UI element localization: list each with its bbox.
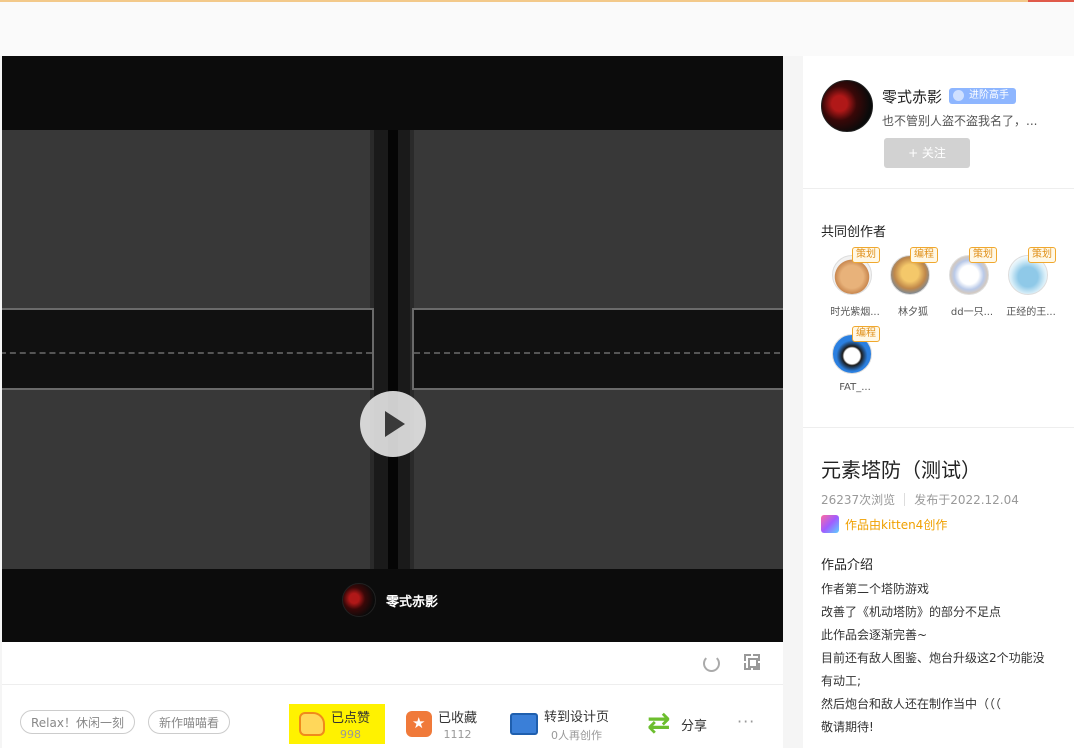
fullscreen-icon[interactable] bbox=[744, 654, 760, 670]
horizontal-road-right bbox=[412, 308, 783, 390]
game-player[interactable]: 零式赤影 bbox=[2, 56, 783, 642]
play-icon bbox=[385, 411, 405, 437]
coauthor-role: 编程 bbox=[910, 247, 938, 263]
tag-new-works[interactable]: 新作喵喵看 bbox=[148, 710, 231, 734]
like-count: 998 bbox=[340, 728, 361, 741]
coauthor-name: 正经的王... bbox=[1006, 307, 1056, 318]
share-button[interactable]: 分享 bbox=[647, 703, 707, 745]
design-label: 转到设计页 bbox=[544, 709, 610, 725]
like-label: 已点赞 bbox=[331, 711, 371, 726]
sidebar: 零式赤影 进阶高手 也不管别人盗不盗我名了，... + 关注 共同创作者 策划 … bbox=[803, 56, 1074, 748]
play-button[interactable] bbox=[360, 391, 426, 457]
coauthors-section: 共同创作者 策划 时光紫烟... 编程 林夕狐 策划 dd一只... 策划 正经… bbox=[803, 189, 1074, 428]
player-controls bbox=[2, 642, 783, 685]
description-line: 目前还有敌人图鉴、炮台升级这2个功能没 bbox=[821, 651, 1045, 665]
description-title: 作品介绍 bbox=[821, 558, 874, 573]
coauthor-item[interactable]: 编程 FAT_... bbox=[823, 326, 885, 396]
lane-dash bbox=[414, 352, 783, 354]
meta-divider bbox=[904, 493, 906, 506]
top-band bbox=[0, 2, 1074, 56]
road-core bbox=[388, 130, 398, 569]
follow-button[interactable]: + 关注 bbox=[884, 138, 970, 168]
coauthor-name: 林夕狐 bbox=[898, 307, 928, 318]
coauthor-role: 策划 bbox=[969, 247, 997, 263]
tag-relax[interactable]: Relax！休闲一刻 bbox=[20, 710, 135, 734]
description-line: 作者第二个塔防游戏 bbox=[821, 582, 930, 596]
lane-dash bbox=[2, 352, 372, 354]
author-bio: 也不管别人盗不盗我名了，... bbox=[882, 114, 1038, 128]
description-line: 敬请期待! bbox=[821, 720, 874, 734]
design-monitor-icon bbox=[510, 713, 538, 735]
author-avatar bbox=[342, 583, 376, 617]
share-label: 分享 bbox=[681, 718, 708, 734]
made-with-label: 作品由kitten4创作 bbox=[845, 517, 948, 532]
description-line: 然后炮台和敌人还在制作当中（（（ bbox=[821, 697, 1002, 711]
player-author-name: 零式赤影 bbox=[386, 594, 439, 610]
remix-count: 0人再创作 bbox=[551, 728, 602, 742]
collect-label: 已收藏 bbox=[438, 711, 478, 726]
coauthor-item[interactable]: 策划 dd一只... bbox=[940, 247, 1002, 318]
coauthor-item[interactable]: 编程 林夕狐 bbox=[881, 247, 943, 318]
action-bar: Relax！休闲一刻 新作喵喵看 已点赞 998 已收藏 1112 转到设计页 … bbox=[2, 685, 783, 748]
view-count: 26237次浏览 bbox=[821, 493, 896, 507]
work-info: 元素塔防（测试） 26237次浏览 发布于2022.12.04 作品由kitte… bbox=[803, 428, 1074, 748]
thumbs-up-icon bbox=[299, 712, 325, 736]
level-badge: 进阶高手 bbox=[949, 88, 1016, 104]
share-icon bbox=[647, 706, 675, 739]
more-options-icon[interactable]: ··· bbox=[737, 712, 755, 731]
author-name[interactable]: 零式赤影 bbox=[882, 86, 942, 107]
like-button[interactable]: 已点赞 998 bbox=[299, 703, 370, 745]
coauthor-role: 策划 bbox=[852, 247, 880, 263]
kitten-app-icon bbox=[821, 515, 839, 533]
publish-date: 发布于2022.12.04 bbox=[914, 493, 1019, 507]
design-page-button[interactable]: 转到设计页 0人再创作 bbox=[510, 703, 609, 745]
coauthor-role: 策划 bbox=[1028, 247, 1056, 263]
description-line: 有动工; bbox=[821, 674, 862, 688]
coauthor-item[interactable]: 策划 正经的王... bbox=[999, 247, 1061, 318]
coauthor-name: 时光紫烟... bbox=[830, 307, 880, 318]
refresh-icon[interactable] bbox=[703, 655, 720, 672]
description-line: 此作品会逐渐完善~ bbox=[821, 628, 928, 642]
description: 作者第二个塔防游戏 改善了《机动塔防》的部分不足点 此作品会逐渐完善~ 目前还有… bbox=[821, 578, 1061, 739]
player-author[interactable]: 零式赤影 bbox=[342, 583, 439, 617]
coauthor-name: FAT_... bbox=[839, 382, 871, 393]
collect-star-icon bbox=[406, 711, 432, 737]
coauthors-title: 共同创作者 bbox=[821, 225, 887, 240]
coauthor-role: 编程 bbox=[852, 326, 880, 342]
work-meta: 26237次浏览 发布于2022.12.04 bbox=[821, 491, 1019, 508]
collect-button[interactable]: 已收藏 1112 bbox=[406, 703, 477, 745]
author-avatar[interactable] bbox=[821, 80, 873, 132]
center-box bbox=[748, 658, 758, 668]
coauthor-item[interactable]: 策划 时光紫烟... bbox=[823, 247, 885, 318]
horizontal-road-left bbox=[2, 308, 374, 390]
author-card: 零式赤影 进阶高手 也不管别人盗不盗我名了，... + 关注 bbox=[803, 56, 1074, 189]
coauthor-name: dd一只... bbox=[950, 307, 994, 318]
game-canvas[interactable] bbox=[2, 130, 783, 569]
made-with[interactable]: 作品由kitten4创作 bbox=[821, 515, 947, 533]
vertical-road bbox=[370, 130, 414, 569]
description-line: 改善了《机动塔防》的部分不足点 bbox=[821, 605, 1002, 619]
collect-count: 1112 bbox=[443, 728, 472, 741]
work-title: 元素塔防（测试） bbox=[821, 458, 981, 482]
